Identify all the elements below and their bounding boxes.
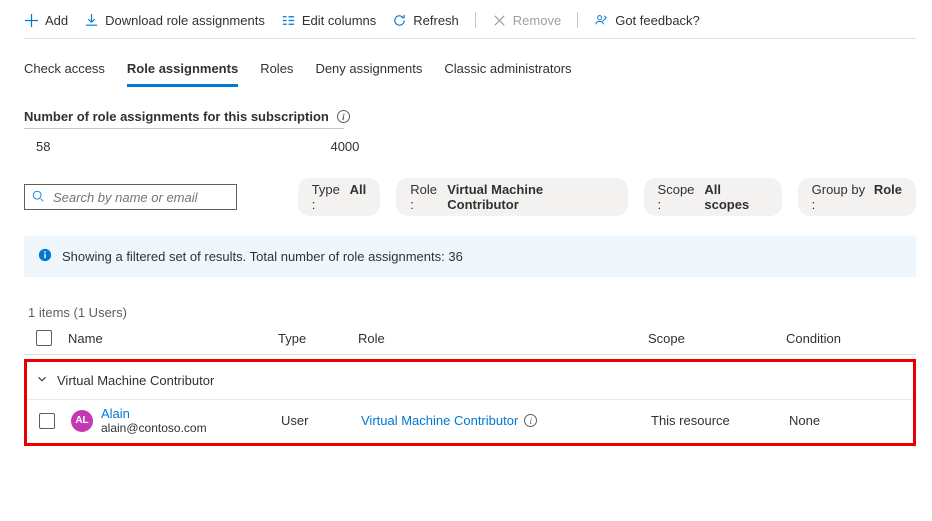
search-icon: [31, 189, 45, 206]
remove-label: Remove: [513, 13, 561, 28]
filter-bar: Type : All Role : Virtual Machine Contri…: [24, 178, 916, 216]
highlighted-region: Virtual Machine Contributor AL Alain ala…: [24, 359, 916, 446]
filter-type[interactable]: Type : All: [298, 178, 381, 216]
remove-button: Remove: [492, 13, 561, 28]
count-heading-label: Number of role assignments for this subs…: [24, 109, 329, 124]
plus-icon: [24, 13, 39, 28]
filter-scope-value: All scopes: [704, 182, 767, 212]
count-current: 58: [36, 139, 50, 154]
type-cell: User: [281, 413, 361, 428]
col-name[interactable]: Name: [68, 331, 278, 346]
user-email: alain@contoso.com: [101, 421, 207, 435]
count-max: 4000: [330, 139, 359, 154]
refresh-button[interactable]: Refresh: [392, 13, 459, 28]
tab-deny-assignments[interactable]: Deny assignments: [315, 53, 422, 87]
download-button[interactable]: Download role assignments: [84, 13, 265, 28]
items-count-label: 1 items (1 Users): [28, 305, 916, 320]
col-role[interactable]: Role: [358, 331, 648, 346]
search-input-field[interactable]: [51, 189, 230, 206]
avatar: AL: [71, 410, 93, 432]
tab-role-assignments[interactable]: Role assignments: [127, 53, 238, 87]
role-cell: Virtual Machine Contributor i: [361, 413, 651, 428]
refresh-icon: [392, 13, 407, 28]
filter-groupby-value: Role: [874, 182, 902, 212]
tab-check-access[interactable]: Check access: [24, 53, 105, 87]
info-icon[interactable]: i: [337, 110, 350, 123]
edit-columns-button[interactable]: Edit columns: [281, 13, 376, 28]
count-values: 58 4000: [36, 139, 916, 154]
remove-icon: [492, 13, 507, 28]
filter-type-value: All: [350, 182, 367, 212]
table-header: Name Type Role Scope Condition: [24, 320, 916, 355]
info-bar-text: Showing a filtered set of results. Total…: [62, 249, 463, 264]
info-icon[interactable]: i: [524, 414, 537, 427]
role-link[interactable]: Virtual Machine Contributor: [361, 413, 518, 428]
condition-cell: None: [789, 413, 913, 428]
chevron-down-icon: [35, 372, 49, 389]
filter-groupby[interactable]: Group by : Role: [798, 178, 916, 216]
filter-groupby-label: Group by :: [812, 182, 870, 212]
download-label: Download role assignments: [105, 13, 265, 28]
filter-role-value: Virtual Machine Contributor: [447, 182, 613, 212]
filter-type-label: Type :: [312, 182, 346, 212]
add-button[interactable]: Add: [24, 13, 68, 28]
tab-bar: Check access Role assignments Roles Deny…: [24, 39, 916, 87]
filter-role[interactable]: Role : Virtual Machine Contributor: [396, 178, 627, 216]
edit-columns-label: Edit columns: [302, 13, 376, 28]
group-title: Virtual Machine Contributor: [57, 373, 214, 388]
command-bar: Add Download role assignments Edit colum…: [24, 8, 916, 39]
refresh-label: Refresh: [413, 13, 459, 28]
columns-icon: [281, 13, 296, 28]
select-all-checkbox[interactable]: [36, 330, 52, 346]
feedback-label: Got feedback?: [615, 13, 700, 28]
filter-scope-label: Scope :: [658, 182, 701, 212]
toolbar-divider: [577, 12, 578, 28]
filter-role-label: Role :: [410, 182, 443, 212]
col-scope[interactable]: Scope: [648, 331, 786, 346]
name-cell: AL Alain alain@contoso.com: [71, 406, 281, 435]
count-bar: [24, 128, 344, 129]
info-bar: Showing a filtered set of results. Total…: [24, 236, 916, 277]
col-type[interactable]: Type: [278, 331, 358, 346]
scope-cell: This resource: [651, 413, 789, 428]
add-label: Add: [45, 13, 68, 28]
toolbar-divider: [475, 12, 476, 28]
tab-classic-administrators[interactable]: Classic administrators: [444, 53, 571, 87]
download-icon: [84, 13, 99, 28]
table-row[interactable]: AL Alain alain@contoso.com User Virtual …: [27, 399, 913, 443]
tab-roles[interactable]: Roles: [260, 53, 293, 87]
user-name-link[interactable]: Alain: [101, 406, 207, 421]
feedback-icon: [594, 13, 609, 28]
count-heading: Number of role assignments for this subs…: [24, 109, 916, 124]
filter-scope[interactable]: Scope : All scopes: [644, 178, 782, 216]
group-header[interactable]: Virtual Machine Contributor: [27, 362, 913, 399]
col-condition[interactable]: Condition: [786, 331, 916, 346]
feedback-button[interactable]: Got feedback?: [594, 13, 700, 28]
row-checkbox[interactable]: [39, 413, 55, 429]
info-icon: [38, 248, 52, 265]
search-input[interactable]: [24, 184, 237, 210]
